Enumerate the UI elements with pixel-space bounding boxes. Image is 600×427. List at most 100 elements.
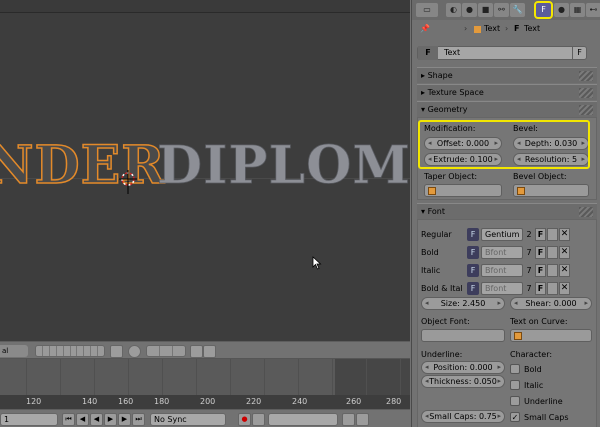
font-name[interactable]: Bfont [481, 264, 523, 277]
layer-buttons[interactable] [35, 345, 105, 357]
panel-font: Regular F Gentium 2 F ✕ Bold F Bfont 7 F… [417, 219, 597, 427]
tab-render[interactable]: ▭ [416, 3, 438, 17]
bevel-object-label: Bevel Object: [513, 172, 567, 181]
bevel-object-field[interactable] [513, 184, 589, 197]
close-icon[interactable]: ✕ [559, 282, 570, 295]
bold-checkbox[interactable] [510, 364, 520, 374]
keying-set-field[interactable] [268, 413, 338, 426]
font-italic-row[interactable]: F Bfont 7 F ✕ [467, 264, 577, 278]
tab-physics[interactable]: ⊷ [586, 3, 600, 17]
frame-number: 180 [154, 397, 170, 406]
font-users: 2 [526, 230, 532, 239]
jump-start-icon[interactable]: ⏮ [62, 413, 75, 426]
font-regular-row[interactable]: F Gentium 2 F ✕ [467, 228, 577, 242]
fake-user-button[interactable]: F [535, 228, 546, 241]
folder-open-icon[interactable] [547, 246, 558, 259]
panel-shape-header[interactable]: ▸ Shape [417, 67, 597, 83]
font-users: 7 [526, 284, 532, 293]
italic-checkbox[interactable] [510, 380, 520, 390]
panel-texture-space-header[interactable]: ▸ Texture Space [417, 84, 597, 100]
insert-key-icon[interactable] [342, 413, 355, 426]
font-users: 7 [526, 248, 532, 257]
fake-user-button[interactable]: F [535, 246, 546, 259]
render-icon[interactable] [190, 345, 203, 358]
playback-bar: 1 ⏮ ◀ ◀ ▶ ▶ ⏭ No Sync ● [0, 409, 410, 427]
frame-number: 280 [386, 397, 402, 406]
tab-constraints[interactable]: ⚯ [494, 3, 509, 17]
text-letters: DIPLOM [157, 135, 410, 196]
play-reverse-icon[interactable]: ◀ [90, 413, 103, 426]
delete-key-icon[interactable] [356, 413, 369, 426]
folder-open-icon[interactable] [547, 282, 558, 295]
play-icon[interactable]: ▶ [104, 413, 117, 426]
font-name[interactable]: Bfont [481, 282, 523, 295]
fake-user-button[interactable]: F [535, 264, 546, 277]
record-icon[interactable]: ● [238, 413, 251, 426]
properties-tabs: ▭ ◐ ● ■ ⚯ 🔧 F ● ▦ ⊷ [412, 0, 600, 20]
taper-object-label: Taper Object: [424, 172, 478, 181]
snap-buttons[interactable] [146, 345, 186, 357]
close-icon[interactable]: ✕ [559, 246, 570, 259]
text-data-icon: F [514, 24, 520, 33]
tab-modifiers[interactable]: 🔧 [510, 3, 525, 17]
object-icon [517, 187, 525, 195]
close-icon[interactable]: ✕ [559, 264, 570, 277]
text-on-curve-field[interactable] [510, 329, 592, 342]
highlight-box [418, 120, 590, 169]
tab-scene[interactable]: ◐ [446, 3, 461, 17]
jump-end-icon[interactable]: ⏭ [132, 413, 145, 426]
font-name[interactable]: Gentium [481, 228, 523, 241]
underline-position-field[interactable]: Position: 0.000 [421, 361, 505, 374]
panel-font-title: Font [427, 207, 445, 216]
tab-texture[interactable]: ▦ [570, 3, 585, 17]
current-frame-field[interactable]: 1 [0, 413, 58, 426]
object-icon [428, 187, 436, 195]
prev-key-icon[interactable]: ◀ [76, 413, 89, 426]
camera-icon[interactable] [203, 345, 216, 358]
next-key-icon[interactable]: ▶ [118, 413, 131, 426]
panel-geometry-title: Geometry [427, 105, 468, 114]
font-name[interactable]: Bfont [481, 246, 523, 259]
size-field[interactable]: Size: 2.450 [421, 297, 505, 310]
keying-set-icon[interactable] [252, 413, 265, 426]
small-caps-checkbox-label: Small Caps [524, 413, 569, 422]
pin-icon[interactable]: 📌 [420, 20, 430, 38]
frame-number: 240 [292, 397, 308, 406]
underline-checkbox[interactable] [510, 396, 520, 406]
taper-object-field[interactable] [424, 184, 502, 197]
lock-layers-icon[interactable] [110, 345, 123, 358]
fake-user-button[interactable]: F [535, 282, 546, 295]
timeline[interactable]: 120 140 160 180 200 220 240 260 280 [0, 359, 410, 409]
text-on-curve-label: Text on Curve: [510, 317, 568, 326]
panel-geometry-header[interactable]: ▾ Geometry [417, 101, 597, 117]
fake-user-button[interactable]: F [572, 46, 586, 60]
folder-open-icon[interactable] [547, 264, 558, 277]
close-icon[interactable]: ✕ [559, 228, 570, 241]
font-icon: F [467, 282, 479, 295]
italic-checkbox-label: Italic [524, 381, 544, 390]
small-caps-scale-field[interactable]: Small Caps: 0.75 [421, 410, 505, 423]
datablock-name-field[interactable]: F Text F [417, 46, 587, 60]
frame-number: 120 [26, 397, 42, 406]
tab-world[interactable]: ● [462, 3, 477, 17]
3d-viewport[interactable]: NDER DIPLOM [0, 0, 410, 341]
character-label: Character: [510, 350, 553, 359]
folder-open-icon[interactable] [547, 228, 558, 241]
viewport-header: al [0, 341, 410, 359]
pivot-icon[interactable] [128, 345, 141, 358]
object-font-field[interactable] [421, 329, 505, 342]
underline-thickness-field[interactable]: Thickness: 0.050 [421, 375, 505, 388]
small-caps-checkbox[interactable]: ✓ [510, 412, 520, 422]
scene-text-object[interactable]: NDER DIPLOM [0, 0, 410, 341]
tab-data[interactable]: F [534, 1, 553, 19]
frame-number: 200 [200, 397, 216, 406]
font-bold-row[interactable]: F Bfont 7 F ✕ [467, 246, 577, 260]
shear-field[interactable]: Shear: 0.000 [510, 297, 592, 310]
panel-font-header[interactable]: ▾ Font [417, 203, 597, 219]
tab-material[interactable]: ● [554, 3, 569, 17]
sync-dropdown[interactable]: No Sync [150, 413, 226, 426]
tab-object[interactable]: ■ [478, 3, 493, 17]
breadcrumb-object: Text [484, 24, 501, 33]
font-bold-italic-row[interactable]: F Bfont 7 F ✕ [467, 282, 577, 296]
mode-dropdown[interactable]: al [0, 345, 28, 357]
